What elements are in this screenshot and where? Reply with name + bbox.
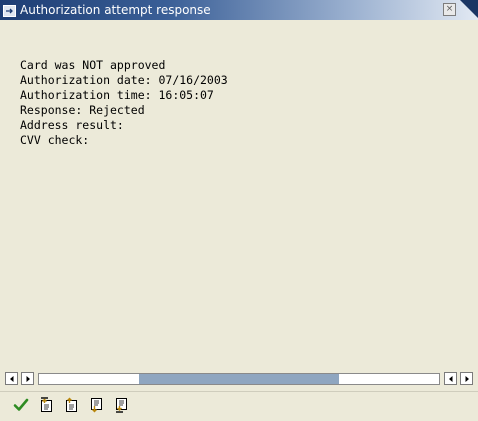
first-page-button[interactable] [36,395,56,415]
scroll-far-right-button[interactable] [460,372,473,385]
message-area: Card was NOT approved Authorization date… [0,20,478,370]
message-line-response: Response: Rejected [20,103,145,117]
close-button[interactable]: × [443,3,456,16]
message-line-authorization-date: Authorization date: 07/16/2003 [20,73,228,87]
scroll-track[interactable] [38,373,440,385]
window-title: Authorization attempt response [20,3,211,17]
triangle-left-icon [449,376,453,382]
first-page-icon [41,397,52,412]
scroll-left-button[interactable] [21,372,34,385]
title-corner-decoration [460,0,478,18]
message-line-cvv-check: CVV check: [20,133,90,147]
triangle-right-icon [465,376,469,382]
message-line-authorization-time: Authorization time: 16:05:07 [20,88,214,102]
continue-button[interactable] [11,395,31,415]
window-menu-icon[interactable] [3,3,17,17]
checkmark-icon [13,398,29,411]
horizontal-scrollbar[interactable] [0,371,478,388]
previous-page-icon [66,397,77,412]
scroll-far-left-button[interactable] [5,372,18,385]
previous-page-button[interactable] [61,395,81,415]
last-page-button[interactable] [111,395,131,415]
last-page-icon [116,398,127,413]
message-line-approval-status: Card was NOT approved [20,58,166,72]
triangle-left-icon [10,376,14,382]
message-line-address-result: Address result: [20,118,124,132]
title-bar: Authorization attempt response × [0,0,478,20]
triangle-right-icon [26,376,30,382]
button-toolbar [0,391,478,421]
next-page-button[interactable] [86,395,106,415]
next-page-icon [91,398,102,413]
scroll-thumb[interactable] [139,374,339,384]
scroll-right-button[interactable] [444,372,457,385]
